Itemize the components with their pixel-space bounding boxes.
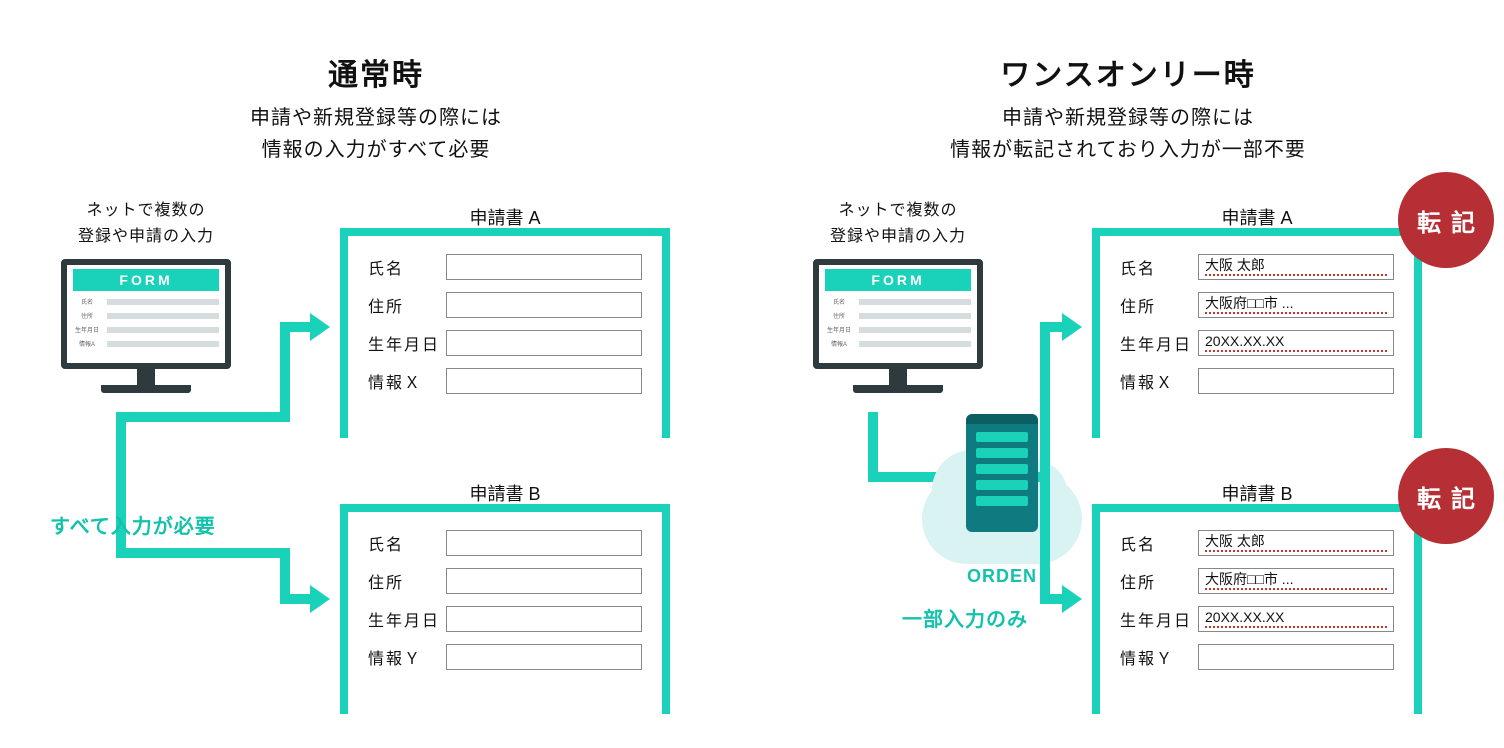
monitor-icon: FORM 氏名 住所 生年月日 情報A xyxy=(61,259,231,393)
field-input[interactable]: 大阪府□□市 ... xyxy=(1198,292,1394,318)
monitor-banner: FORM xyxy=(825,269,971,291)
flow-line xyxy=(116,548,290,558)
field-label: 生年月日 xyxy=(368,331,446,355)
sub-line2: 情報が転記されており入力が一部不要 xyxy=(950,139,1306,161)
field-input[interactable]: 大阪府□□市 ... xyxy=(1198,568,1394,594)
field-input[interactable]: 20XX.XX.XX xyxy=(1198,606,1394,632)
monitor-block-right: ネットで複数の 登録や申請の入力 FORM 氏名 住所 生年月日 情報A xyxy=(788,198,1008,393)
monitor-icon: FORM 氏名 住所 生年月日 情報A xyxy=(813,259,983,393)
arrowhead-icon xyxy=(1062,585,1082,613)
flow-line xyxy=(1040,322,1050,482)
field-label: 情報Ｘ xyxy=(1120,369,1198,393)
monitor-caption-l2: 登録や申請の入力 xyxy=(78,228,214,245)
field-value: 20XX.XX.XX xyxy=(1205,610,1387,624)
field-value: 20XX.XX.XX xyxy=(1205,334,1387,348)
sub-line2: 情報の入力がすべて必要 xyxy=(262,139,491,161)
field-label: 情報Ｘ xyxy=(368,369,446,393)
monitor-block-left: ネットで複数の 登録や申請の入力 FORM 氏名 住所 生年月日 情報A xyxy=(36,198,256,393)
panel-normal: 通常時 申請や新規登録等の際には 情報の入力がすべて必要 ネットで複数の 登録や… xyxy=(0,0,752,748)
monitor-caption-l1: ネットで複数の xyxy=(86,202,205,219)
field-label: 生年月日 xyxy=(368,607,446,631)
flow-line xyxy=(280,594,312,604)
field-input[interactable] xyxy=(446,530,642,556)
field-value: 大阪府□□市 ... xyxy=(1205,296,1387,310)
field-input[interactable] xyxy=(446,644,642,670)
heading-normal: 通常時 xyxy=(0,50,752,94)
subheading-normal: 申請や新規登録等の際には 情報の入力がすべて必要 xyxy=(0,102,752,166)
flow-line xyxy=(280,322,290,422)
arrowhead-icon xyxy=(310,585,330,613)
field-input[interactable] xyxy=(446,292,642,318)
field-label: 住所 xyxy=(1120,293,1198,317)
field-input[interactable] xyxy=(446,606,642,632)
form-a-title: 申請書 A xyxy=(1100,204,1414,230)
badge-transcribe-b: 転記 xyxy=(1398,448,1494,544)
field-label: 氏名 xyxy=(368,531,446,555)
field-label: 住所 xyxy=(1120,569,1198,593)
field-input[interactable] xyxy=(446,368,642,394)
field-input[interactable]: 大阪 太郎 xyxy=(1198,530,1394,556)
panel-onceonly: ワンスオンリー時 申請や新規登録等の際には 情報が転記されており入力が一部不要 … xyxy=(752,0,1504,748)
field-input[interactable]: 大阪 太郎 xyxy=(1198,254,1394,280)
mini-label: 氏名 xyxy=(825,297,853,306)
form-a-title: 申請書 A xyxy=(348,204,662,230)
monitor-caption: ネットで複数の 登録や申請の入力 xyxy=(788,198,1008,249)
field-label: 氏名 xyxy=(368,255,446,279)
mini-label: 生年月日 xyxy=(825,325,853,334)
field-label: 氏名 xyxy=(1120,531,1198,555)
field-value: 大阪府□□市 ... xyxy=(1205,572,1387,586)
heading-onceonly: ワンスオンリー時 xyxy=(752,50,1504,94)
monitor-banner: FORM xyxy=(73,269,219,291)
emphasis-left: すべて入力が必要 xyxy=(50,510,216,539)
flow-line xyxy=(1040,594,1064,604)
flow-line xyxy=(116,412,290,422)
form-b-right: 申請書 B 氏名大阪 太郎 住所大阪府□□市 ... 生年月日20XX.XX.X… xyxy=(1092,504,1422,714)
server-icon xyxy=(966,418,1038,532)
mini-label: 情報A xyxy=(73,339,101,348)
sub-line1: 申請や新規登録等の際には xyxy=(1002,107,1254,129)
form-b-title: 申請書 B xyxy=(348,480,662,506)
field-input[interactable] xyxy=(1198,368,1394,394)
field-input[interactable] xyxy=(446,568,642,594)
field-label: 住所 xyxy=(368,293,446,317)
form-b-left: 申請書 B 氏名 住所 生年月日 情報Ｙ xyxy=(340,504,670,714)
emphasis-right: 一部入力のみ xyxy=(902,603,1028,632)
arrowhead-icon xyxy=(1062,313,1082,341)
monitor-caption-l1: ネットで複数の xyxy=(838,202,957,219)
monitor-caption: ネットで複数の 登録や申請の入力 xyxy=(36,198,256,249)
badge-transcribe-a: 転記 xyxy=(1398,172,1494,268)
mini-label: 情報A xyxy=(825,339,853,348)
orden-server: ORDEN xyxy=(922,418,1082,587)
field-value: 大阪 太郎 xyxy=(1205,258,1387,272)
form-b-title: 申請書 B xyxy=(1100,480,1414,506)
field-label: 情報Ｙ xyxy=(368,645,446,669)
arrowhead-icon xyxy=(310,313,330,341)
field-label: 住所 xyxy=(368,569,446,593)
form-a-left: 申請書 A 氏名 住所 生年月日 情報Ｘ xyxy=(340,228,670,438)
field-value: 大阪 太郎 xyxy=(1205,534,1387,548)
field-input[interactable] xyxy=(1198,644,1394,670)
flow-line xyxy=(1040,322,1064,332)
sub-line1: 申請や新規登録等の際には xyxy=(250,107,502,129)
mini-label: 生年月日 xyxy=(73,325,101,334)
mini-label: 住所 xyxy=(825,311,853,320)
subheading-onceonly: 申請や新規登録等の際には 情報が転記されており入力が一部不要 xyxy=(752,102,1504,166)
mini-label: 氏名 xyxy=(73,297,101,306)
monitor-caption-l2: 登録や申請の入力 xyxy=(830,228,966,245)
field-label: 情報Ｙ xyxy=(1120,645,1198,669)
field-label: 生年月日 xyxy=(1120,331,1198,355)
field-input[interactable] xyxy=(446,254,642,280)
field-label: 生年月日 xyxy=(1120,607,1198,631)
field-input[interactable]: 20XX.XX.XX xyxy=(1198,330,1394,356)
form-a-right: 申請書 A 氏名大阪 太郎 住所大阪府□□市 ... 生年月日20XX.XX.X… xyxy=(1092,228,1422,438)
field-input[interactable] xyxy=(446,330,642,356)
mini-label: 住所 xyxy=(73,311,101,320)
flow-line xyxy=(280,322,312,332)
field-label: 氏名 xyxy=(1120,255,1198,279)
server-label: ORDEN xyxy=(922,566,1082,587)
